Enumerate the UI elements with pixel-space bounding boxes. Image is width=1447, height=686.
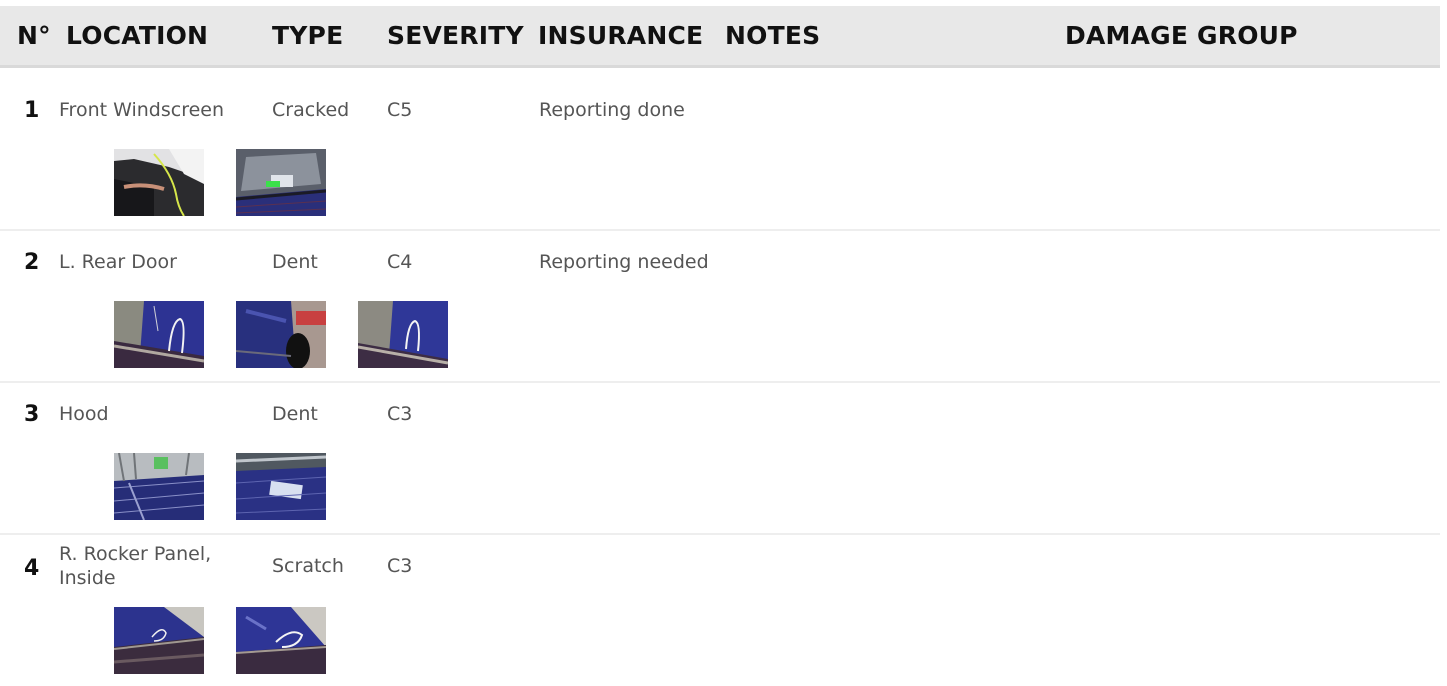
row-severity: C3: [387, 403, 413, 425]
table-row[interactable]: 2 L. Rear Door Dent C4 Reporting needed: [0, 230, 1440, 383]
row-location: R. Rocker Panel, Inside: [59, 543, 212, 589]
header-damage-group[interactable]: DAMAGE GROUP: [1065, 21, 1298, 50]
door-edge-photo-image: [114, 149, 204, 216]
table-row[interactable]: 3 Hood Dent C3: [0, 382, 1440, 535]
row-insurance: Reporting needed: [539, 251, 709, 273]
header-severity[interactable]: SEVERITY: [387, 21, 524, 50]
row-severity: C3: [387, 555, 413, 577]
damage-photo-thumbnail[interactable]: [114, 453, 204, 520]
header-notes[interactable]: NOTES: [725, 21, 820, 50]
row-severity: C4: [387, 251, 413, 273]
damage-photo-thumbnail[interactable]: [236, 453, 326, 520]
damage-photo-thumbnail[interactable]: [114, 301, 204, 368]
header-no: N°: [17, 21, 51, 50]
row-location: Hood: [59, 403, 109, 425]
row-number: 3: [24, 402, 40, 427]
damage-photo-thumbnail[interactable]: [358, 301, 448, 368]
damage-photo-thumbnail[interactable]: [114, 149, 204, 216]
windscreen-photo-image: [236, 149, 326, 216]
row-type: Dent: [272, 251, 318, 273]
rear-door-side-photo-image: [236, 301, 326, 368]
hood-reflection-photo-image: [236, 453, 326, 520]
row-type: Cracked: [272, 99, 350, 121]
hood-garage-photo-image: [114, 453, 204, 520]
row-number: 1: [24, 98, 40, 123]
header-insurance[interactable]: INSURANCE: [538, 21, 703, 50]
rear-door-marked-photo-image: [114, 301, 204, 368]
row-number: 2: [24, 250, 40, 275]
table-row[interactable]: 4 R. Rocker Panel, Inside Scratch C3: [0, 534, 1440, 686]
row-type: Scratch: [272, 555, 344, 577]
row-insurance: Reporting done: [539, 99, 685, 121]
damage-photo-thumbnail[interactable]: [236, 607, 326, 674]
damage-photo-thumbnail[interactable]: [236, 149, 326, 216]
row-location: Front Windscreen: [59, 99, 225, 121]
table-row[interactable]: 1 Front Windscreen Cracked C5 Reporting …: [0, 78, 1440, 231]
table-header: N° LOCATION TYPE SEVERITY INSURANCE NOTE…: [0, 6, 1440, 68]
row-location: L. Rear Door: [59, 251, 177, 273]
damage-report-table: N° LOCATION TYPE SEVERITY INSURANCE NOTE…: [0, 0, 1447, 686]
rear-door-closeup-photo-image: [358, 301, 448, 368]
rocker-panel-closeup-photo-image: [236, 607, 326, 674]
header-type[interactable]: TYPE: [272, 21, 343, 50]
damage-photo-thumbnail[interactable]: [236, 301, 326, 368]
rocker-panel-photo-image: [114, 607, 204, 674]
header-location[interactable]: LOCATION: [66, 21, 208, 50]
row-type: Dent: [272, 403, 318, 425]
row-severity: C5: [387, 99, 413, 121]
damage-photo-thumbnail[interactable]: [114, 607, 204, 674]
row-number: 4: [24, 556, 40, 581]
